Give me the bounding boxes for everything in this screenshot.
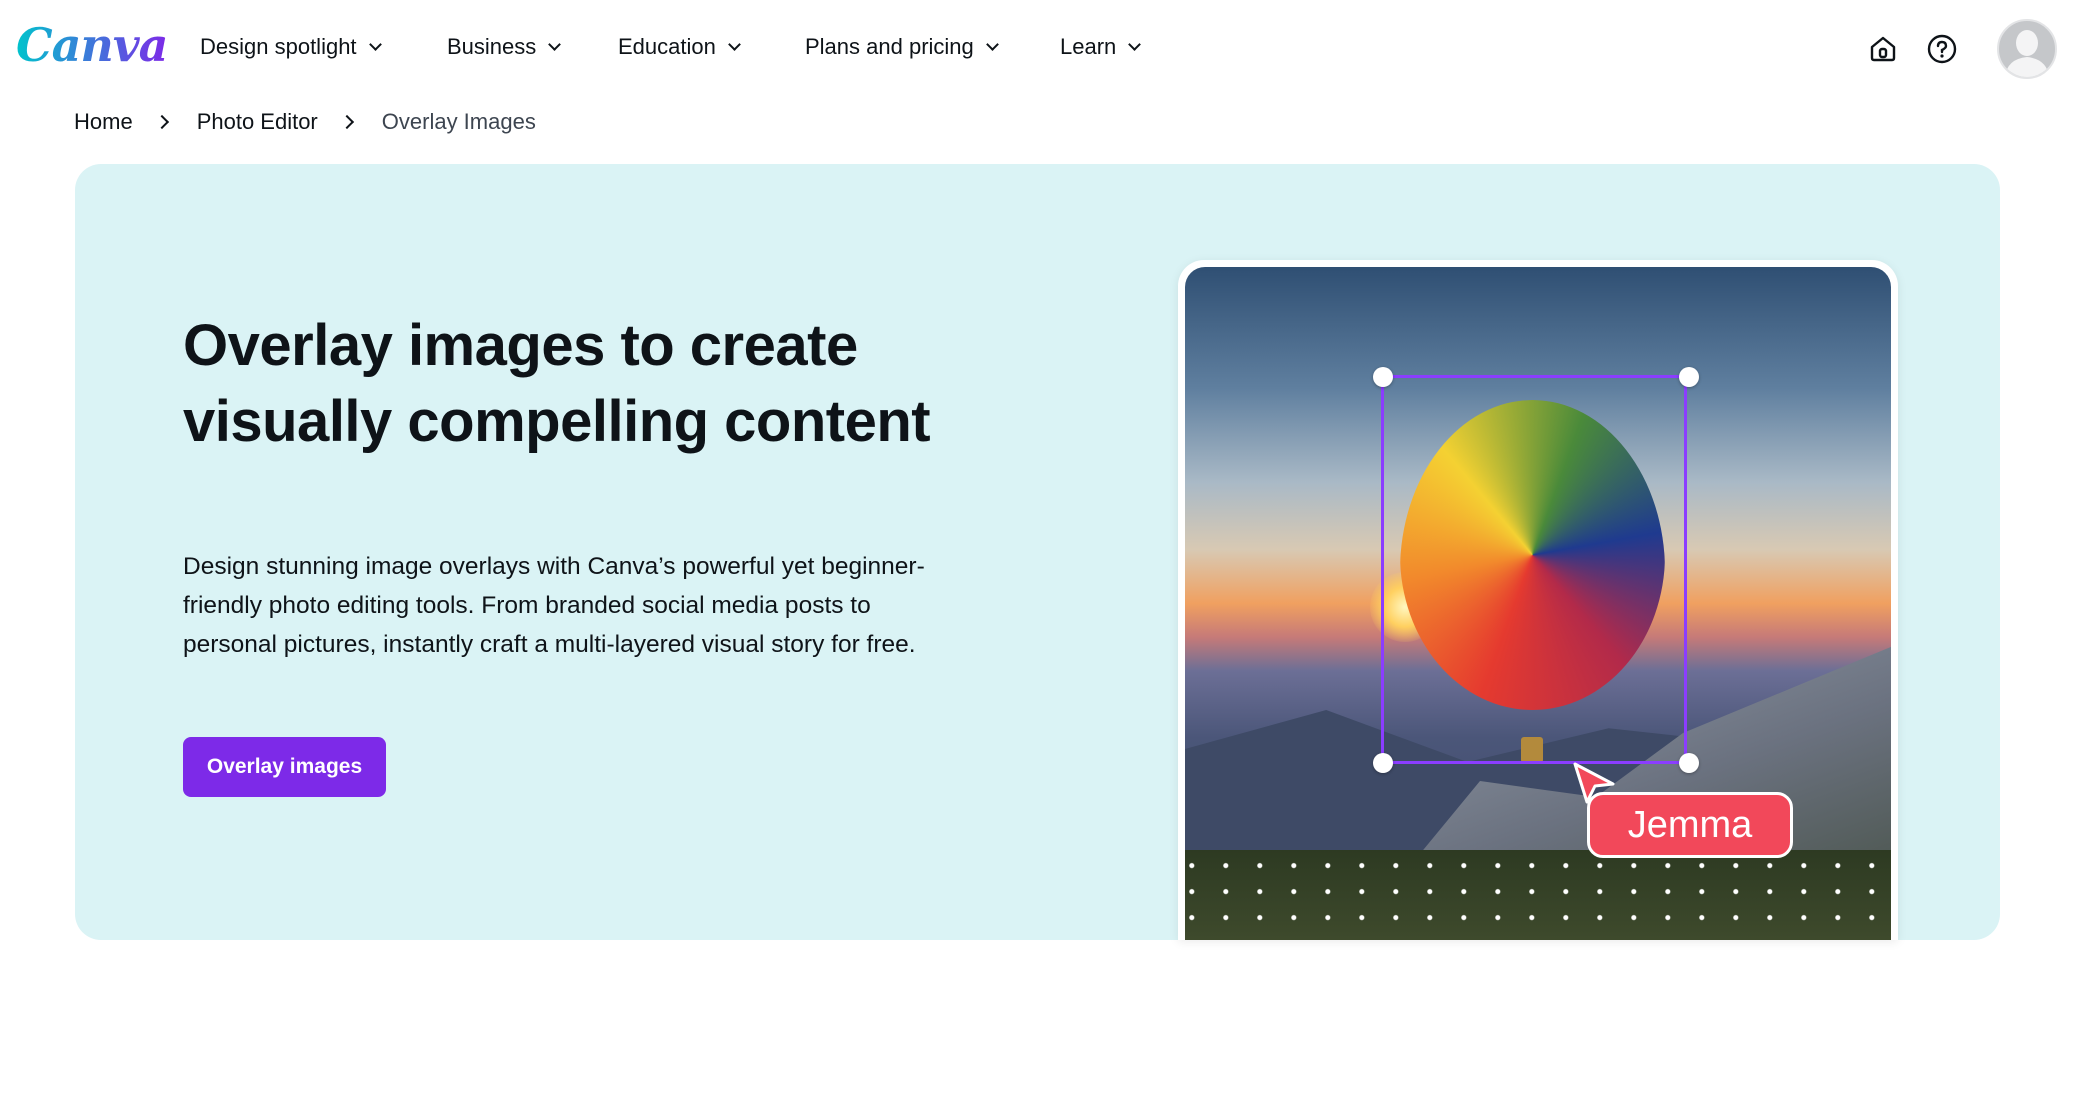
chevron-down-icon [1128, 38, 1142, 51]
page-title: Overlay images to create visually compel… [183, 313, 931, 454]
nav-design-spotlight[interactable]: Design spotlight [200, 34, 382, 60]
chevron-right-icon [339, 114, 354, 130]
help-icon[interactable] [1926, 33, 1958, 65]
resize-handle-tl[interactable] [1373, 367, 1393, 387]
overlay-images-button[interactable]: Overlay images [183, 737, 386, 797]
nav-label: Learn [1060, 34, 1117, 59]
hero-image-frame: Jemma [1178, 260, 1898, 940]
nav-label: Plans and pricing [805, 34, 974, 59]
hero-description: Design stunning image overlays with Canv… [183, 553, 925, 658]
resize-handle-bl[interactable] [1373, 753, 1393, 773]
nav-label: Design spotlight [200, 34, 357, 59]
breadcrumb-photo-editor[interactable]: Photo Editor [197, 109, 318, 135]
chevron-down-icon [368, 38, 382, 51]
nav-label: Business [447, 34, 537, 59]
resize-handle-br[interactable] [1679, 753, 1699, 773]
chevron-down-icon [727, 38, 741, 51]
nav-business[interactable]: Business [447, 34, 562, 60]
canva-logo[interactable]: Canva [16, 18, 168, 72]
chevron-down-icon [548, 38, 562, 51]
mountain-sunset-photo: Jemma [1185, 267, 1891, 940]
collaborator-tag: Jemma [1587, 792, 1793, 858]
home-icon[interactable] [1867, 33, 1899, 65]
selection-box[interactable] [1381, 375, 1687, 764]
breadcrumb: Home Photo Editor Overlay Images [74, 109, 536, 135]
resize-handle-tr[interactable] [1679, 367, 1699, 387]
nav-education[interactable]: Education [618, 34, 741, 60]
nav-label: Education [618, 34, 716, 59]
chevron-right-icon [154, 114, 169, 130]
breadcrumb-current: Overlay Images [381, 109, 536, 134]
nav-plans-and-pricing[interactable]: Plans and pricing [805, 34, 999, 60]
nav-learn[interactable]: Learn [1060, 34, 1142, 60]
breadcrumb-home[interactable]: Home [74, 109, 133, 135]
chevron-down-icon [985, 38, 999, 51]
avatar[interactable] [1997, 19, 2057, 79]
flower-meadow [1185, 850, 1891, 940]
